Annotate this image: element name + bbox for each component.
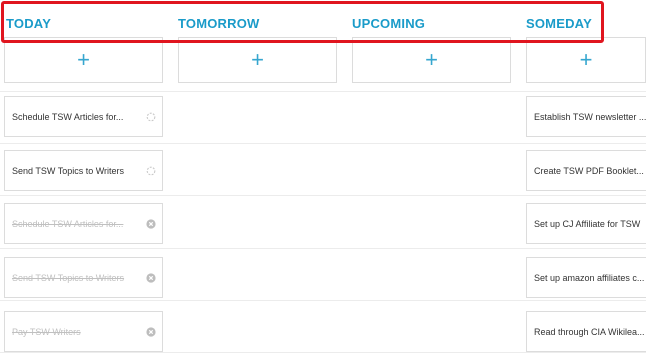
plus-icon: + [579, 47, 593, 72]
task-label: Send TSW Topics to Writers [12, 165, 125, 176]
task-card-completed[interactable]: Send TSW Topics to Writers [4, 257, 163, 298]
close-circle-icon[interactable] [146, 218, 156, 229]
task-card-completed[interactable]: Schedule TSW Articles for... [4, 203, 163, 244]
task-card[interactable]: Send TSW Topics to Writers [4, 150, 163, 191]
divider [0, 300, 646, 301]
divider [0, 352, 646, 353]
close-circle-icon[interactable] [146, 272, 156, 283]
divider [0, 195, 646, 196]
column-header-upcoming[interactable]: UPCOMING [352, 16, 425, 31]
task-card[interactable]: Read through CIA Wikilea... [526, 311, 646, 352]
task-label: Read through CIA Wikilea... [534, 326, 645, 337]
column-header-today[interactable]: TODAY [6, 16, 51, 31]
task-label: Pay TSW Writers [12, 326, 81, 337]
task-label: Send TSW Topics to Writers [12, 272, 125, 283]
task-label: Create TSW PDF Booklet... [534, 165, 644, 176]
divider [0, 91, 646, 92]
plus-icon: + [251, 47, 264, 72]
plus-icon: + [77, 47, 90, 72]
divider [0, 248, 646, 249]
plus-icon: + [425, 47, 438, 72]
task-card[interactable]: Set up CJ Affiliate for TSW [526, 203, 646, 244]
column-header-tomorrow[interactable]: TOMORROW [178, 16, 260, 31]
task-label: Establish TSW newsletter ... [534, 111, 646, 122]
close-circle-icon[interactable] [146, 326, 156, 337]
add-task-someday-button[interactable]: + [526, 37, 646, 83]
column-header-someday[interactable]: SOMEDAY [526, 16, 592, 31]
divider [0, 143, 646, 144]
task-label: Schedule TSW Articles for... [12, 218, 124, 229]
task-card-completed[interactable]: Pay TSW Writers [4, 311, 163, 352]
add-task-tomorrow-button[interactable]: + [178, 37, 337, 83]
add-task-today-button[interactable]: + [4, 37, 163, 83]
task-label: Schedule TSW Articles for... [12, 111, 124, 122]
spinner-icon[interactable] [146, 166, 156, 176]
task-card[interactable]: Schedule TSW Articles for... [4, 96, 163, 137]
task-card[interactable]: Set up amazon affiliates c... [526, 257, 646, 298]
add-task-upcoming-button[interactable]: + [352, 37, 511, 83]
task-card[interactable]: Create TSW PDF Booklet... [526, 150, 646, 191]
task-label: Set up amazon affiliates c... [534, 272, 645, 283]
task-card[interactable]: Establish TSW newsletter ... [526, 96, 646, 137]
spinner-icon[interactable] [146, 112, 156, 122]
task-label: Set up CJ Affiliate for TSW [534, 218, 641, 229]
